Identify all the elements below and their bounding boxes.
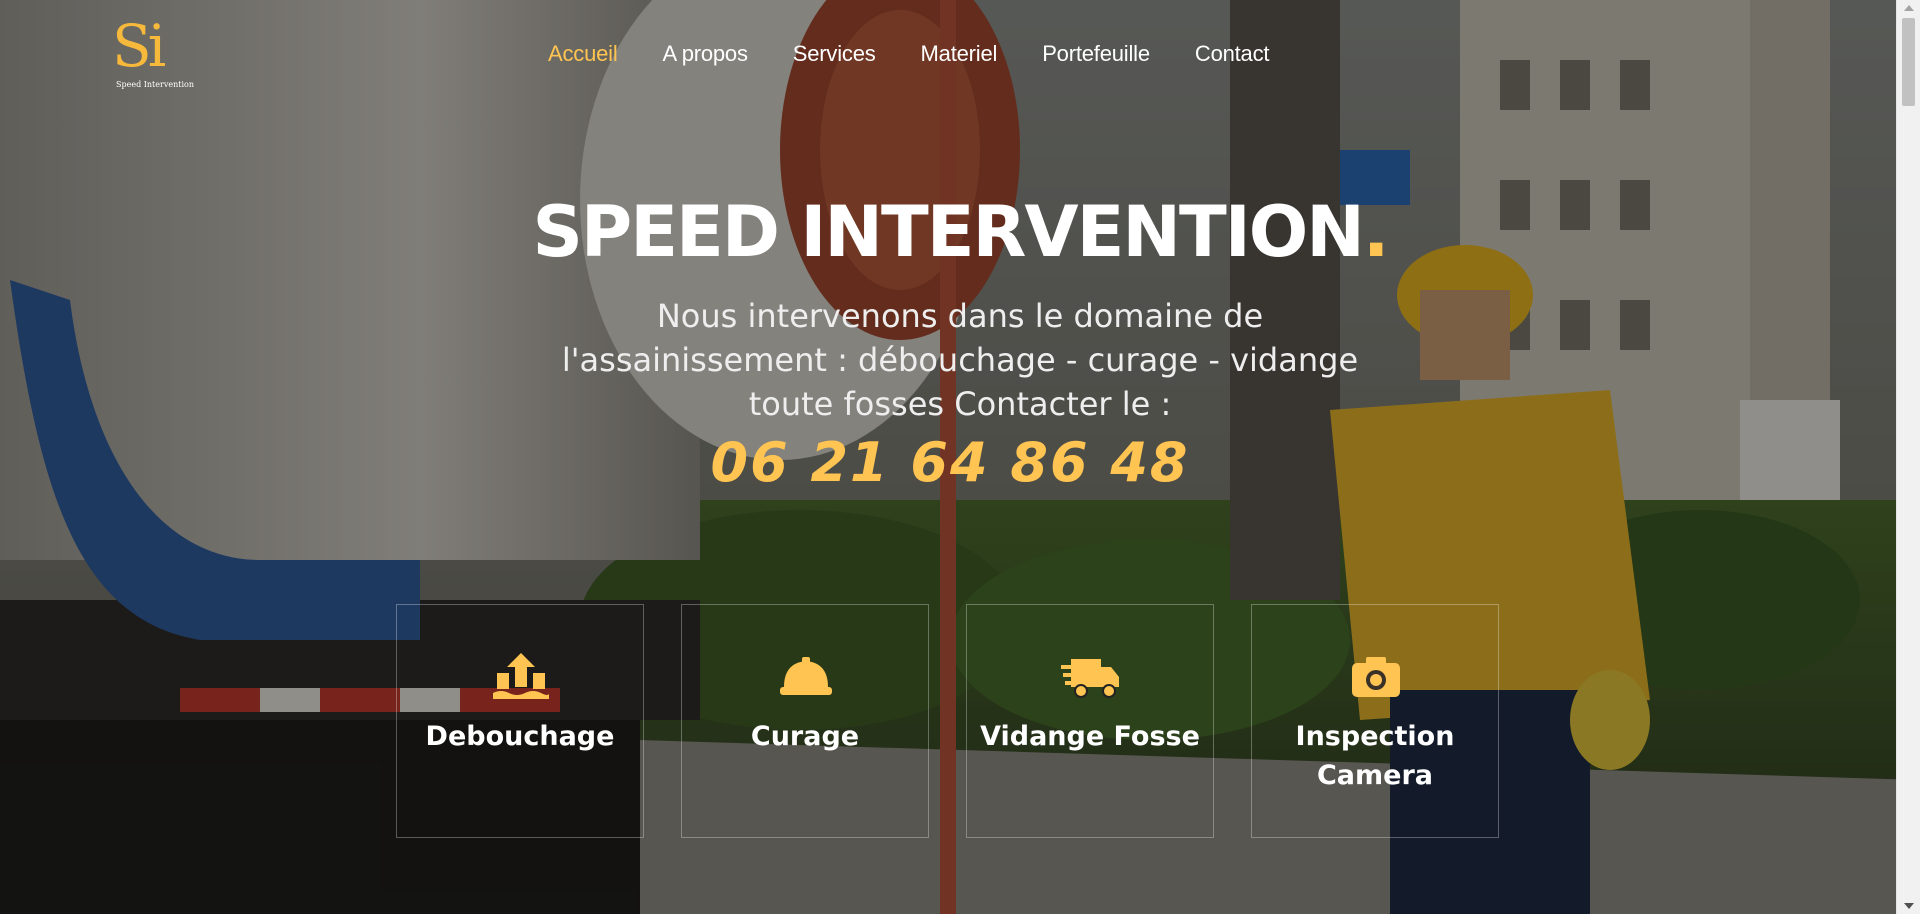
hero-phone-number[interactable]: 06 21 64 86 48 [0, 432, 1900, 494]
nav-item-a-propos[interactable]: A propos [663, 38, 748, 70]
nav-item-portefeuille[interactable]: Portefeuille [1042, 38, 1150, 70]
service-label: Debouchage [425, 721, 615, 752]
service-box-curage[interactable]: Curage [681, 604, 929, 838]
hero-subtitle: Nous intervenons dans le domaine de l'as… [561, 297, 1359, 423]
nav-item-contact[interactable]: Contact [1195, 38, 1270, 70]
scroll-down-icon[interactable] [1904, 903, 1914, 909]
upload-water-icon [493, 653, 549, 699]
service-box-debouchage[interactable]: Debouchage [396, 604, 644, 838]
service-box-vidange-fosse[interactable]: Vidange Fosse [966, 604, 1214, 838]
brand-logo[interactable]: Si Speed Intervention [112, 12, 194, 94]
nav-item-services[interactable]: Services [793, 38, 876, 70]
logo-tagline: Speed Intervention [116, 80, 194, 89]
hero-title-text: SPEED INTERVENTION [532, 191, 1365, 273]
nav-item-accueil[interactable]: Accueil [548, 38, 618, 70]
service-label: Vidange Fosse [980, 721, 1200, 752]
main-nav: Accueil A propos Services Materiel Porte… [548, 38, 1314, 70]
page: Si Speed Intervention Accueil A propos S… [0, 0, 1920, 914]
hero-title: SPEED INTERVENTION. [0, 190, 1920, 274]
camera-icon [1352, 657, 1400, 697]
truck-fast-icon [1061, 659, 1119, 698]
hard-hat-icon [780, 657, 832, 695]
nav-item-materiel[interactable]: Materiel [921, 38, 998, 70]
service-label: Inspection Camera [1295, 721, 1455, 791]
scrollbar-thumb[interactable] [1902, 18, 1915, 106]
page-scrollbar[interactable] [1896, 0, 1920, 914]
services-row: Debouchage Curage Vidange Fosse Inspecti… [396, 604, 1499, 838]
service-box-inspection-camera[interactable]: Inspection Camera [1251, 604, 1499, 838]
service-label: Curage [750, 721, 860, 752]
logo-letters: Si [112, 12, 166, 80]
scroll-up-icon[interactable] [1904, 5, 1914, 11]
hero-title-dot: . [1362, 191, 1390, 273]
